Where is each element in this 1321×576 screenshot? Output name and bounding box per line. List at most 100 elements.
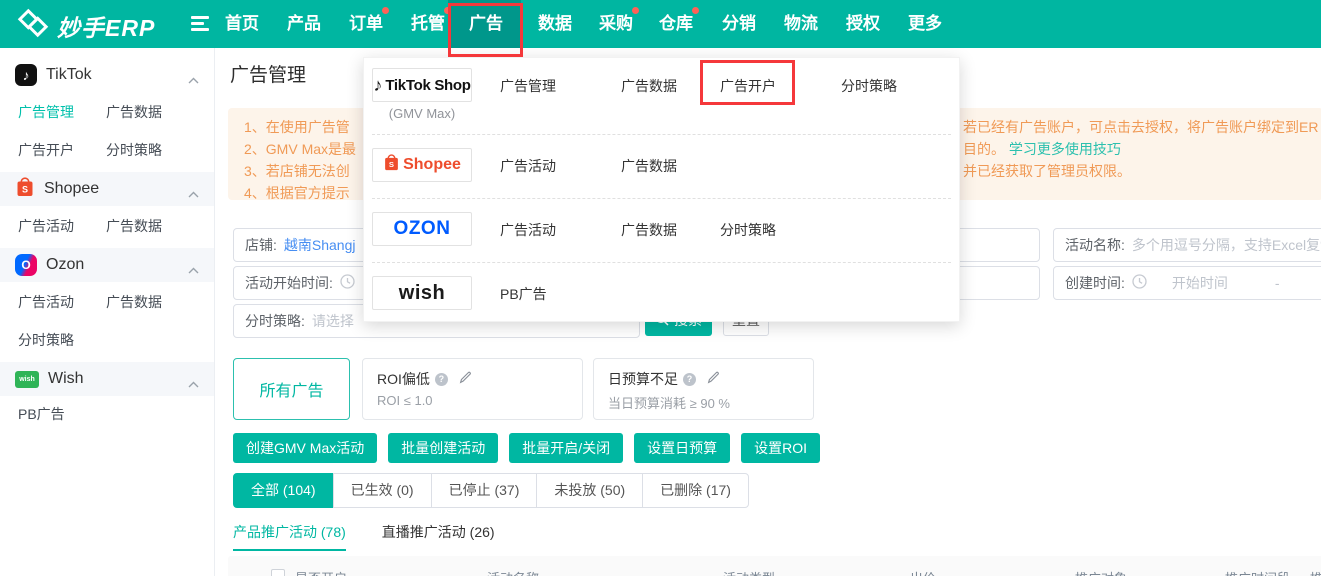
col-campaign-type: 活动类型 [723, 568, 775, 576]
tab-stopped[interactable]: 已停止 (37) [430, 473, 538, 508]
col-promo-target: 推广对象 [1075, 568, 1127, 576]
sidebar-item-ozon-ad-data[interactable]: 广告数据 [106, 292, 162, 312]
sidebar-item-wish-pb-ads[interactable]: PB广告 [18, 404, 65, 424]
set-daily-budget-button[interactable]: 设置日预算 [634, 433, 731, 463]
clock-icon [340, 274, 355, 292]
ozon-icon: O [15, 254, 37, 276]
sidebar-section-shopee[interactable]: S Shopee [0, 172, 214, 206]
col-promo-method: 推广方式 [1310, 568, 1321, 576]
batch-toggle-button[interactable]: 批量开启/关闭 [509, 433, 624, 463]
nav-item-data[interactable]: 数据 [527, 0, 583, 48]
chevron-up-icon[interactable] [188, 375, 199, 393]
menu-shopee-campaigns[interactable]: 广告活动 [500, 156, 556, 176]
tab-all[interactable]: 全部 (104) [233, 473, 334, 508]
col-enabled: 是否开启 [295, 568, 347, 576]
tab-live-promotion[interactable]: 直播推广活动 (26) [382, 522, 495, 551]
shop-filter-value: 越南Shangj [283, 237, 356, 253]
notice-line-2: 2、GMV Max是最 [244, 141, 357, 157]
batch-create-button[interactable]: 批量创建活动 [388, 433, 499, 463]
sidebar-item-ad-data[interactable]: 广告数据 [106, 102, 162, 122]
svg-text:S: S [389, 160, 394, 169]
logo-icon [16, 8, 50, 43]
budget-insufficient-card[interactable]: 日预算不足 ? 当日预算消耗 ≥ 90 % [593, 358, 814, 420]
select-all-checkbox[interactable] [271, 569, 285, 576]
table-header: 是否开启 活动名称 活动类型 出价 推广对象 推广时间段 推广方式 状态 操作 [228, 556, 1321, 576]
app-logo: 妙手ERP [16, 8, 155, 43]
edit-pencil-icon[interactable] [707, 371, 720, 387]
set-roi-button[interactable]: 设置ROI [741, 433, 821, 463]
tiktok-shop-logo: ♪ TikTok Shop [372, 68, 472, 102]
nav-item-warehouse[interactable]: 仓库 [648, 0, 704, 48]
tab-not-delivering[interactable]: 未投放 (50) [536, 473, 644, 508]
nav-item-authorization[interactable]: 授权 [835, 0, 891, 48]
col-promo-period: 推广时间段 [1225, 568, 1290, 576]
nav-item-orders[interactable]: 订单 [338, 0, 394, 48]
sidebar-item-time-strategy[interactable]: 分时策略 [106, 140, 162, 160]
sidebar-item-ozon-campaigns[interactable]: 广告活动 [18, 292, 74, 312]
sidebar-section-ozon[interactable]: O Ozon [0, 248, 214, 282]
help-icon[interactable]: ? [434, 372, 448, 386]
nav-item-logistics[interactable]: 物流 [773, 0, 829, 48]
notification-dot [632, 7, 639, 14]
campaign-name-field[interactable]: 活动名称: 多个用逗号分隔，支持Excel复制 [1053, 228, 1321, 262]
nav-item-more[interactable]: 更多 [897, 0, 953, 48]
chevron-up-icon[interactable] [188, 185, 199, 203]
tab-product-promotion[interactable]: 产品推广活动 (78) [233, 522, 346, 551]
menu-collapse-icon[interactable] [191, 16, 209, 34]
all-ads-card[interactable]: 所有广告 [233, 358, 350, 420]
nav-item-products[interactable]: 产品 [276, 0, 332, 48]
wish-logo: wish [372, 276, 472, 310]
notice-line-2-right: 目的。 学习更多使用技巧 [963, 141, 1121, 157]
shopee-logo: S Shopee [372, 148, 472, 182]
menu-ad-account-opening[interactable]: 广告开户 [720, 76, 776, 96]
help-icon[interactable]: ? [683, 372, 696, 386]
notification-dot [444, 7, 451, 14]
sidebar: ♪ TikTok 广告管理 广告数据 广告开户 分时策略 S Shopee 广告… [0, 48, 215, 576]
learn-more-link[interactable]: 学习更多使用技巧 [1009, 141, 1121, 157]
app-root: 妙手ERP 首页 产品 订单 托管 广告 数据 采购 仓库 分销 物流 授权 更… [0, 0, 1321, 576]
sidebar-item-shopee-campaigns[interactable]: 广告活动 [18, 216, 74, 236]
budget-rule: 当日预算消耗 ≥ 90 % [608, 396, 730, 411]
col-campaign-name: 活动名称 [487, 568, 539, 576]
campaign-name-placeholder: 多个用逗号分隔，支持Excel复制 [1131, 237, 1321, 253]
create-gmv-max-button[interactable]: 创建GMV Max活动 [233, 433, 378, 463]
menu-shopee-ad-data[interactable]: 广告数据 [621, 156, 677, 176]
nav-item-ads[interactable]: 广告 [458, 0, 514, 48]
notice-line-3-right: 并已经获取了管理员权限。 [963, 163, 1131, 179]
roi-low-card[interactable]: ROI偏低 ? ROI ≤ 1.0 [362, 358, 583, 420]
tiktok-icon: ♪ [15, 64, 37, 86]
sidebar-item-ozon-time-strategy[interactable]: 分时策略 [18, 330, 74, 350]
nav-item-purchasing[interactable]: 采购 [588, 0, 644, 48]
sidebar-item-ad-account-opening[interactable]: 广告开户 [18, 140, 74, 160]
clock-icon [1132, 274, 1147, 292]
sidebar-section-tiktok[interactable]: ♪ TikTok [0, 58, 214, 92]
sidebar-item-ad-management[interactable]: 广告管理 [18, 102, 74, 122]
shopee-bag-icon: S [383, 153, 400, 177]
menu-ozon-time-strategy[interactable]: 分时策略 [720, 220, 776, 240]
sidebar-section-wish[interactable]: wish Wish [0, 362, 214, 396]
nav-item-hosting[interactable]: 托管 [400, 0, 456, 48]
chevron-up-icon[interactable] [188, 71, 199, 89]
nav-item-distribution[interactable]: 分销 [711, 0, 767, 48]
sidebar-item-shopee-ad-data[interactable]: 广告数据 [106, 216, 162, 236]
chevron-up-icon[interactable] [188, 261, 199, 279]
menu-ozon-ad-data[interactable]: 广告数据 [621, 220, 677, 240]
notification-dot [692, 7, 699, 14]
gmv-max-caption: (GMV Max) [388, 106, 456, 121]
menu-wish-pb-ads[interactable]: PB广告 [500, 284, 547, 304]
tiktok-note-icon: ♪ [373, 74, 383, 95]
create-time-start-placeholder: 开始时间 [1171, 275, 1228, 291]
wish-icon: wish [15, 370, 39, 388]
nav-item-home[interactable]: 首页 [214, 0, 270, 48]
time-strategy-placeholder: 请选择 [311, 313, 354, 329]
menu-ozon-campaigns[interactable]: 广告活动 [500, 220, 556, 240]
tab-deleted[interactable]: 已删除 (17) [642, 473, 749, 508]
edit-pencil-icon[interactable] [459, 371, 472, 387]
tab-active[interactable]: 已生效 (0) [332, 473, 432, 508]
create-time-field[interactable]: 创建时间: 开始时间 - [1053, 266, 1321, 300]
menu-time-strategy[interactable]: 分时策略 [841, 76, 897, 96]
ozon-logo: OZON [372, 212, 472, 246]
menu-ad-management[interactable]: 广告管理 [500, 76, 556, 96]
action-buttons: 创建GMV Max活动 批量创建活动 批量开启/关闭 设置日预算 设置ROI [233, 433, 821, 463]
menu-ad-data[interactable]: 广告数据 [621, 76, 677, 96]
